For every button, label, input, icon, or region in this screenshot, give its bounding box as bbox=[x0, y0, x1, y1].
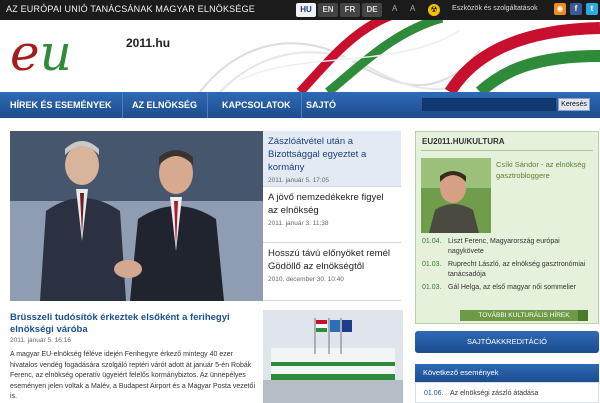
nav-contacts[interactable]: KAPCSOLATOK bbox=[212, 92, 302, 118]
article-date: 2011. január 5. 16:16 bbox=[10, 337, 71, 344]
font-size-large-button[interactable]: A bbox=[410, 4, 415, 13]
events-title[interactable]: Következő események bbox=[415, 364, 599, 382]
tools-link[interactable]: Eszközök és szolgáltatások bbox=[452, 5, 538, 12]
language-switcher: HU EN FR DE bbox=[296, 3, 382, 17]
rss-icon[interactable]: ◉ bbox=[554, 3, 566, 15]
article-body: A magyar EU-elnökség féléve idején Ferih… bbox=[10, 351, 256, 400]
divider bbox=[421, 150, 593, 151]
lang-de[interactable]: DE bbox=[362, 3, 382, 17]
top-bar: AZ EURÓPAI UNIÓ TANÁCSÁNAK MAGYAR ELNÖKS… bbox=[0, 0, 600, 20]
logo-letter-u: u bbox=[39, 24, 72, 82]
portrait-illustration bbox=[421, 158, 491, 233]
headline-title[interactable]: Zászlóátvétel után a Bizottsággal egyezt… bbox=[268, 131, 396, 174]
featured-photo[interactable] bbox=[10, 131, 263, 301]
headline-title[interactable]: A jövő nemzedékekre figyel az elnökség bbox=[268, 187, 396, 217]
nav-news-events[interactable]: HÍREK ÉS ESEMÉNYEK bbox=[0, 92, 123, 118]
culture-panel: EU2011.HU/KULTURA Csíki Sándor - az elnö… bbox=[415, 131, 599, 324]
eu2011-logo[interactable]: eu bbox=[10, 28, 72, 78]
culture-panel-title[interactable]: EU2011.HU/KULTURA bbox=[422, 137, 505, 146]
site-name[interactable]: AZ EURÓPAI UNIÓ TANÁCSÁNAK MAGYAR ELNÖKS… bbox=[6, 4, 255, 14]
list-item-date: 01.03. bbox=[422, 284, 442, 291]
culture-list: 01.04. Liszt Ferenc, Magyarország európa… bbox=[422, 237, 594, 296]
site-header: eu 2011.hu bbox=[0, 20, 600, 92]
accessibility-icon[interactable]: ☢ bbox=[428, 4, 440, 16]
press-accreditation-button[interactable]: SAJTÓAKKREDITÁCIÓ bbox=[415, 331, 599, 353]
headline-item[interactable]: Hosszú távú előnyöket remél Gödöllő az e… bbox=[263, 243, 401, 301]
nav-presidency[interactable]: AZ ELNÖKSÉG bbox=[122, 92, 209, 118]
list-item[interactable]: 01.04. Liszt Ferenc, Magyarország európa… bbox=[422, 237, 594, 257]
headline-date: 2010. december 30. 10:40 bbox=[268, 276, 344, 283]
culture-photo[interactable] bbox=[421, 158, 491, 233]
list-item-date: 01.04. bbox=[422, 238, 442, 245]
headline-title[interactable]: Hosszú távú előnyöket remél Gödöllő az e… bbox=[268, 243, 396, 273]
headline-item[interactable]: A jövő nemzedékekre figyel az elnökség 2… bbox=[263, 187, 401, 243]
search-button[interactable]: Keresés bbox=[558, 98, 590, 111]
culture-feature-link[interactable]: Csíki Sándor - az elnökség gasztroblogge… bbox=[496, 160, 592, 181]
logo-domain: 2011.hu bbox=[126, 36, 171, 50]
main-navigation: HÍREK ÉS ESEMÉNYEK AZ ELNÖKSÉG KAPCSOLAT… bbox=[0, 92, 600, 118]
headline-item[interactable]: Zászlóátvétel után a Bizottsággal egyezt… bbox=[263, 131, 401, 187]
facebook-icon[interactable]: f bbox=[570, 3, 582, 15]
list-item-date: 01.03. bbox=[422, 261, 442, 268]
twitter-icon[interactable]: t bbox=[586, 3, 598, 15]
article-title[interactable]: Brüsszeli tudósítók érkeztek elsőként a … bbox=[10, 312, 255, 336]
list-item-text[interactable]: Ruprecht László, az elnökség gasztronómi… bbox=[448, 260, 594, 280]
headline-list: Zászlóátvétel után a Bizottsággal egyezt… bbox=[263, 131, 401, 301]
airport-building-illustration bbox=[263, 310, 403, 403]
lang-hu[interactable]: HU bbox=[296, 3, 316, 17]
flag-ribbon-decoration bbox=[199, 20, 600, 92]
events-list: 01.06. Az elnökségi zászló átadása bbox=[415, 382, 599, 403]
logo-letter-e: e bbox=[10, 24, 40, 82]
lang-fr[interactable]: FR bbox=[340, 3, 360, 17]
lang-en[interactable]: EN bbox=[318, 3, 338, 17]
search-input[interactable] bbox=[422, 98, 556, 111]
more-culture-news-button[interactable]: TOVÁBBI KULTURÁLIS HÍREK bbox=[460, 310, 588, 321]
event-text[interactable]: Az elnökségi zászló átadása bbox=[450, 390, 538, 397]
headline-date: 2011. január 5. 17:05 bbox=[268, 177, 329, 184]
list-item[interactable]: 01.03. Ruprecht László, az elnökség gasz… bbox=[422, 260, 594, 280]
headline-date: 2011. január 3. 11:38 bbox=[268, 220, 329, 227]
nav-press[interactable]: SAJTÓ bbox=[296, 92, 346, 118]
featured-photo-illustration bbox=[10, 131, 263, 301]
event-date: 01.06. bbox=[424, 390, 444, 397]
article-photo[interactable] bbox=[263, 310, 403, 403]
list-item[interactable]: 01.03. Gál Helga, az első magyar női som… bbox=[422, 283, 594, 293]
font-size-small-button[interactable]: A bbox=[392, 4, 397, 13]
list-item-text[interactable]: Gál Helga, az első magyar női sommelier bbox=[448, 283, 576, 293]
list-item[interactable]: 01.06. Az elnökségi zászló átadása bbox=[424, 390, 538, 397]
list-item-text[interactable]: Liszt Ferenc, Magyarország európai nagyk… bbox=[448, 237, 594, 257]
